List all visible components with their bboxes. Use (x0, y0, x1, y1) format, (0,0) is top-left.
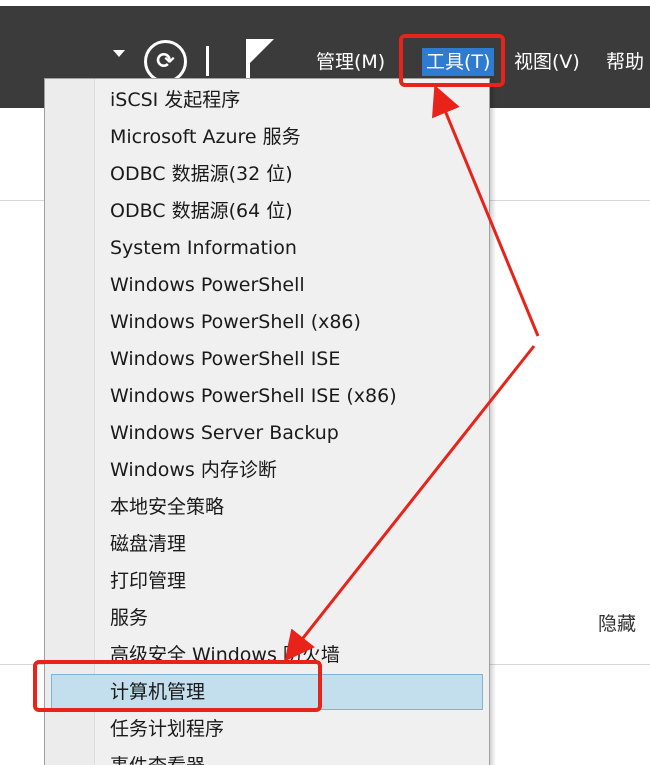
menu-item[interactable]: 任务计划程序 (45, 711, 489, 748)
menu-item-label: ODBC 数据源(64 位) (110, 200, 293, 222)
menu-item-label: 本地安全策略 (110, 496, 225, 518)
refresh-icon[interactable]: ⟳ (144, 40, 187, 83)
menu-item[interactable]: Windows PowerShell (x86) (45, 304, 489, 341)
menu-item-label: Windows PowerShell (x86) (110, 311, 361, 333)
menu-item[interactable]: Windows PowerShell ISE (x86) (45, 378, 489, 415)
menu-manage[interactable]: 管理(M) (316, 48, 385, 76)
menu-item-label: 任务计划程序 (110, 718, 225, 740)
menu-item[interactable]: 服务 (45, 600, 489, 637)
menu-item-label: 打印管理 (110, 570, 187, 592)
dropdown-arrow-icon[interactable] (113, 50, 125, 57)
menu-item-label: iSCSI 发起程序 (110, 89, 241, 111)
menu-item[interactable]: Windows PowerShell ISE (45, 341, 489, 378)
menu-item-label: Microsoft Azure 服务 (110, 126, 301, 148)
menu-item-label: Windows 内存诊断 (110, 459, 277, 481)
menu-item[interactable]: ODBC 数据源(32 位) (45, 156, 489, 193)
menu-item[interactable]: Windows Server Backup (45, 415, 489, 452)
menu-item-label: 磁盘清理 (110, 533, 187, 555)
menu-item[interactable]: System Information (45, 230, 489, 267)
menu-item-label: Windows PowerShell ISE (110, 348, 341, 370)
menu-item[interactable]: Microsoft Azure 服务 (45, 119, 489, 156)
menu-item-label: Windows PowerShell ISE (x86) (110, 385, 397, 407)
menu-item[interactable]: 磁盘清理 (45, 526, 489, 563)
menu-item-label: 服务 (110, 607, 149, 629)
menu-view[interactable]: 视图(V) (514, 48, 580, 76)
menu-item[interactable]: 本地安全策略 (45, 489, 489, 526)
hide-link[interactable]: 隐藏 (598, 609, 636, 636)
menu-item[interactable]: 打印管理 (45, 563, 489, 600)
menu-item-label: ODBC 数据源(32 位) (110, 163, 293, 185)
menu-item[interactable]: ODBC 数据源(64 位) (45, 193, 489, 230)
toolbar-separator (206, 46, 209, 76)
menu-help[interactable]: 帮助 (606, 48, 644, 76)
menu-item[interactable]: Windows PowerShell (45, 267, 489, 304)
menu-item[interactable]: 事件查看器 (45, 748, 489, 765)
menu-item-label: 事件查看器 (110, 753, 205, 765)
annotation-box-tools (399, 34, 505, 87)
annotation-box-computer-management (33, 660, 322, 712)
menu-item[interactable]: Windows 内存诊断 (45, 452, 489, 489)
menu-item-label: System Information (110, 237, 297, 259)
menu-item-label: Windows PowerShell (110, 274, 305, 296)
notification-flag-icon[interactable] (244, 37, 276, 81)
menu-item-label: Windows Server Backup (110, 422, 339, 444)
menu-item[interactable]: iSCSI 发起程序 (45, 82, 489, 119)
